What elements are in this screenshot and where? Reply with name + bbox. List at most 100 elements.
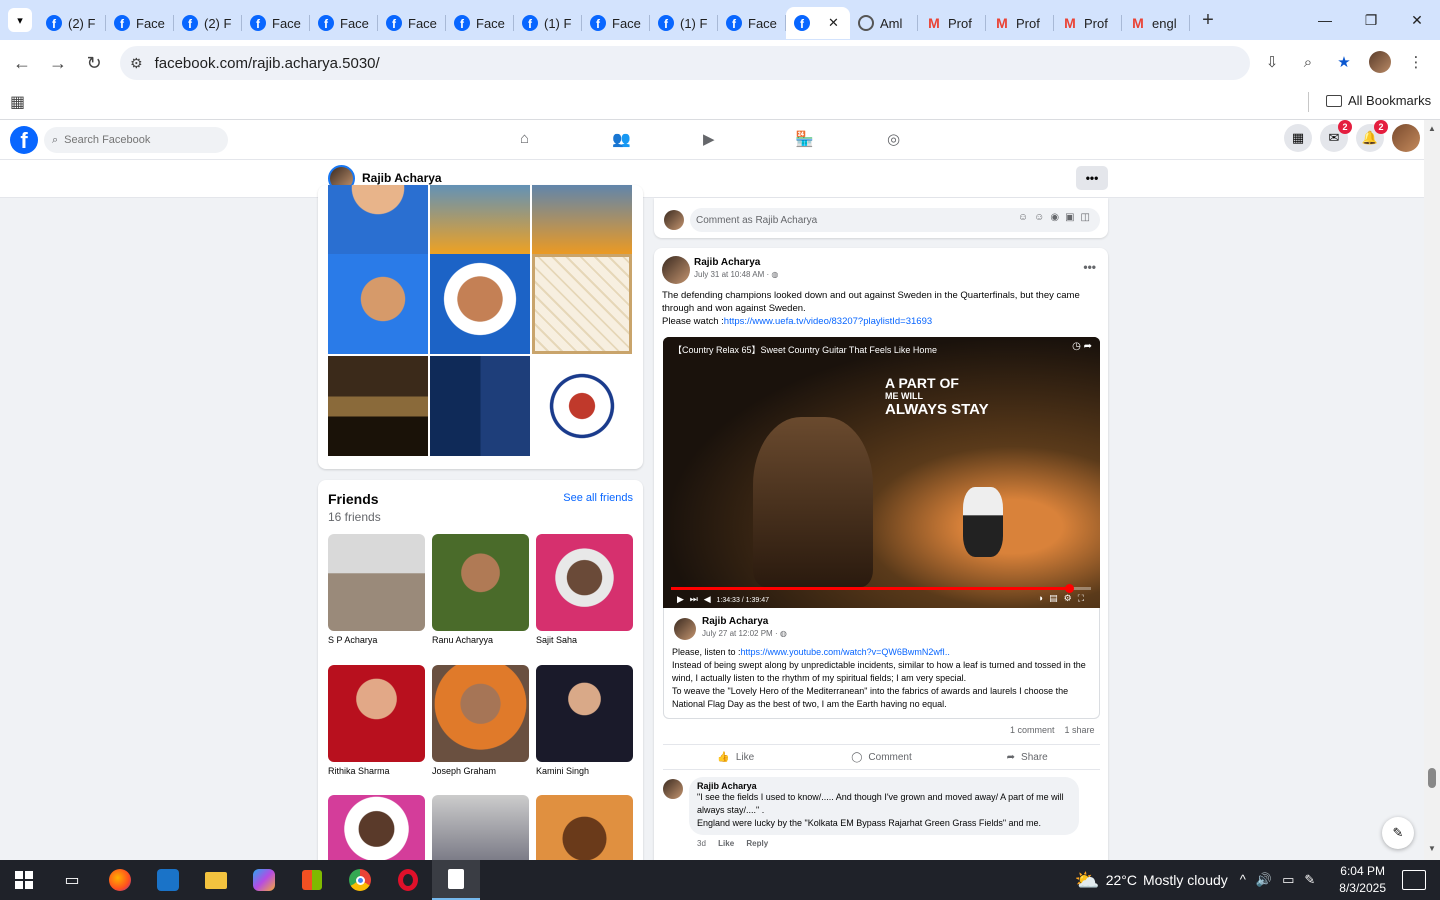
shared-author-avatar[interactable] — [674, 618, 696, 640]
comment-button[interactable]: ◯ Comment — [809, 745, 955, 769]
back-button[interactable]: ← — [4, 45, 40, 81]
post-author[interactable]: Rajib Acharya — [694, 257, 760, 268]
friend-photo[interactable] — [536, 534, 633, 631]
menu-grid-button[interactable]: ▦ — [1284, 124, 1312, 152]
browser-tab[interactable]: f Face — [378, 7, 446, 39]
browser-tab[interactable]: M Prof — [1054, 7, 1122, 39]
photo-thumbnail[interactable] — [532, 356, 632, 456]
apps-grid-icon[interactable]: ▦ — [10, 92, 25, 112]
friend-photo[interactable] — [432, 795, 529, 870]
minimize-button[interactable]: — — [1302, 0, 1348, 40]
browser-menu-button[interactable]: ⋮ — [1400, 46, 1432, 78]
app-taskbar-icon[interactable] — [144, 860, 192, 900]
tab-search-button[interactable]: ▾ — [8, 8, 32, 32]
search-input[interactable] — [64, 134, 215, 146]
friend-photo[interactable] — [328, 795, 425, 870]
post-time[interactable]: July 31 at 10:48 AM · ◍ — [694, 270, 778, 279]
emoji-icon[interactable]: ☺ — [1034, 212, 1050, 223]
chrome-taskbar-icon[interactable] — [336, 860, 384, 900]
share-button[interactable]: ➦ Share — [954, 745, 1100, 769]
volume-icon[interactable]: ◀ — [704, 594, 711, 604]
shared-link[interactable]: https://www.youtube.com/watch?v=QW6BwmN2… — [741, 647, 950, 657]
friend-name[interactable]: Ranu Acharyya — [432, 635, 529, 645]
friend-name[interactable]: Kamini Singh — [536, 766, 633, 776]
zoom-icon[interactable]: ⌕ — [1292, 46, 1324, 78]
browser-tab[interactable]: f (1) F — [650, 7, 718, 39]
groups-icon[interactable]: ◎ — [887, 130, 900, 148]
avatar-sticker-icon[interactable]: ☺ — [1018, 212, 1034, 223]
share-arrow-icon[interactable]: ➦ — [1084, 341, 1092, 352]
task-view-button[interactable]: ▭ — [48, 860, 96, 900]
profile-name[interactable]: Rajib Acharya — [362, 171, 442, 185]
facebook-logo-icon[interactable]: f — [10, 126, 38, 154]
photo-thumbnail[interactable] — [328, 356, 428, 456]
post-more-button[interactable]: ••• — [1083, 260, 1096, 274]
commenter-name[interactable]: Rajib Acharya — [697, 781, 1071, 791]
friend-photo[interactable] — [432, 534, 529, 631]
messenger-button[interactable]: ✉ 2 — [1320, 120, 1352, 152]
photo-thumbnail[interactable] — [532, 254, 632, 354]
speaker-icon[interactable]: 🔊 — [1256, 872, 1282, 887]
photo-thumbnail[interactable] — [430, 185, 530, 258]
photo-thumbnail[interactable] — [430, 356, 530, 456]
notification-center-icon[interactable] — [1402, 870, 1426, 890]
friend-item[interactable]: S P Acharya — [328, 534, 425, 645]
play-icon[interactable]: ▶ — [677, 594, 684, 604]
opera-taskbar-icon[interactable] — [384, 860, 432, 900]
subtitles-icon[interactable]: ▤ — [1049, 593, 1064, 603]
firefox-taskbar-icon[interactable] — [96, 860, 144, 900]
gif-icon[interactable]: ▣ — [1065, 212, 1080, 223]
photo-thumbnail[interactable] — [532, 185, 632, 258]
browser-tab[interactable]: f Face — [242, 7, 310, 39]
friend-name[interactable]: S P Acharya — [328, 635, 425, 645]
url-text[interactable]: facebook.com/rajib.acharya.5030/ — [155, 55, 380, 72]
close-window-button[interactable]: ✕ — [1394, 0, 1440, 40]
browser-tab[interactable]: f Face — [310, 7, 378, 39]
commenter-avatar[interactable] — [663, 779, 683, 799]
forward-button[interactable]: → — [40, 45, 76, 81]
friends-icon[interactable]: 👥 — [612, 130, 631, 148]
comment-reply-button[interactable]: Reply — [746, 839, 768, 848]
pen-icon[interactable]: ✎ — [1304, 872, 1325, 887]
new-message-button[interactable]: ✎ — [1382, 817, 1414, 849]
friend-item[interactable]: Rithika Sharma — [328, 665, 425, 776]
autoplay-toggle-icon[interactable]: ◑ — [1038, 593, 1049, 603]
friend-name[interactable]: Sajit Saha — [536, 635, 633, 645]
shared-time[interactable]: July 27 at 12:02 PM · ◍ — [702, 629, 787, 638]
friend-item[interactable]: Ranu Acharyya — [432, 534, 529, 645]
page-scrollbar[interactable]: ▲ ▼ — [1424, 120, 1440, 860]
weather-widget[interactable]: ⛅ 22°C Mostly cloudy — [1075, 868, 1228, 893]
video-scrubber-handle[interactable] — [1064, 584, 1074, 593]
video-icon[interactable]: ▶ — [703, 130, 715, 148]
clock-icon[interactable]: ◷ — [1072, 341, 1081, 352]
shared-author[interactable]: Rajib Acharya — [702, 616, 768, 627]
search-box[interactable]: ⌕ — [44, 127, 228, 153]
maximize-button[interactable]: ❐ — [1348, 0, 1394, 40]
account-avatar[interactable] — [1392, 124, 1420, 152]
friend-item[interactable] — [432, 795, 529, 870]
browser-tab[interactable]: f (2) F — [174, 7, 242, 39]
photo-thumbnail[interactable] — [430, 254, 530, 354]
reload-button[interactable]: ↻ — [76, 45, 112, 81]
close-tab-icon[interactable]: ✕ — [828, 15, 839, 31]
home-icon[interactable]: ⌂ — [520, 130, 529, 147]
friend-item[interactable]: Sajit Saha — [536, 534, 633, 645]
friend-name[interactable]: Joseph Graham — [432, 766, 529, 776]
sticker-icon[interactable]: ◫ — [1081, 212, 1096, 223]
comment-age[interactable]: 3d — [697, 839, 706, 848]
browser-tab[interactable]: M Prof — [986, 7, 1054, 39]
see-all-friends-link[interactable]: See all friends — [563, 492, 633, 504]
next-icon[interactable]: ⏭ — [690, 594, 698, 604]
friend-photo[interactable] — [328, 534, 425, 631]
scrollbar-thumb[interactable] — [1428, 768, 1436, 788]
friend-item[interactable]: Joseph Graham — [432, 665, 529, 776]
browser-tab[interactable]: Aml — [850, 7, 918, 39]
browser-tab[interactable]: Mengl — [1122, 7, 1190, 39]
post-link[interactable]: https://www.uefa.tv/video/83207?playlist… — [724, 316, 932, 327]
address-bar[interactable]: ⚙ facebook.com/rajib.acharya.5030/ — [120, 46, 1250, 80]
browser-tab[interactable]: f Face — [106, 7, 174, 39]
video-title[interactable]: 【Country Relax 65】Sweet Country Guitar T… — [673, 343, 937, 356]
store-taskbar-icon[interactable] — [288, 860, 336, 900]
browser-tab[interactable]: M Prof — [918, 7, 986, 39]
camera-icon[interactable]: ◉ — [1050, 212, 1065, 223]
